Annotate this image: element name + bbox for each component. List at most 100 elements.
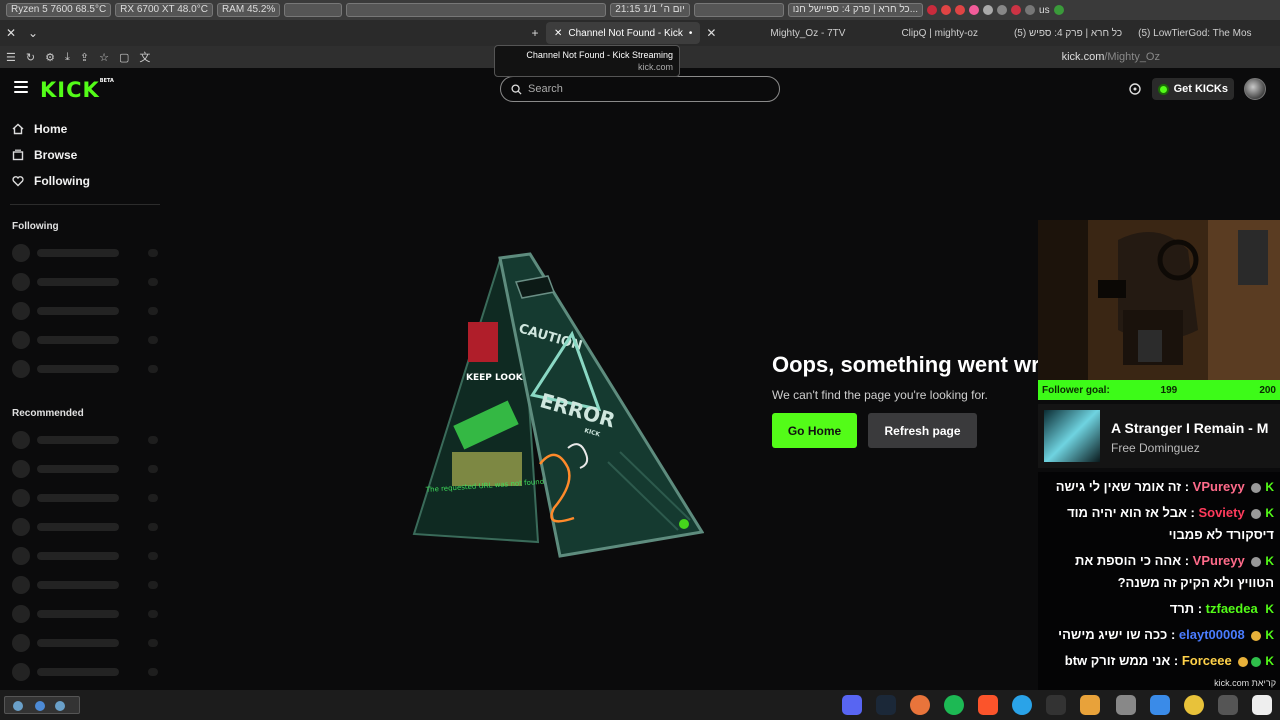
follower-goal-target: 200 xyxy=(1259,384,1276,396)
heart-icon xyxy=(12,176,24,187)
kicks-coin-icon xyxy=(1157,83,1169,95)
chat-username: VPureyy xyxy=(1192,553,1245,568)
window-list[interactable] xyxy=(346,3,607,17)
battery-icon[interactable] xyxy=(1053,5,1064,15)
tab[interactable]: ClipQ | mighty-oz xyxy=(893,22,986,44)
chat-message: K Forceee : אני ממש זורק btw xyxy=(1038,646,1280,672)
error-sign-illustration: KEEP LOOKIN' The requested URL was not f… xyxy=(412,252,704,558)
tooltip-subtitle: kick.com xyxy=(637,62,673,72)
recommended-heading: Recommended xyxy=(12,408,84,419)
skeleton-row xyxy=(0,455,170,484)
go-home-button[interactable]: Go Home xyxy=(772,413,857,448)
new-tab-icon[interactable]: + xyxy=(524,26,546,40)
clock[interactable]: 21:15 יום ה׳ 1/1 xyxy=(610,3,690,17)
logo-text: KICK xyxy=(40,78,100,102)
tab-title: Mighty_Oz - 7TV xyxy=(770,27,846,39)
tooltip-title: Channel Not Found - Kick Streaming xyxy=(526,50,673,60)
close-icon[interactable]: ✕ xyxy=(554,28,562,39)
search-input[interactable] xyxy=(528,83,768,95)
browser-icon[interactable] xyxy=(1012,695,1032,715)
tray-icon[interactable] xyxy=(1011,5,1022,15)
bookmark-icon[interactable]: ☆ xyxy=(99,51,109,64)
layers-icon[interactable] xyxy=(1080,695,1100,715)
tab-active[interactable]: ✕ Channel Not Found - Kick • xyxy=(546,22,701,44)
app-icon[interactable] xyxy=(1252,695,1272,715)
song-artist: Free Dominguez xyxy=(1111,441,1200,455)
search-bar[interactable] xyxy=(500,76,780,102)
sidebar-item-following[interactable]: Following xyxy=(0,168,170,194)
terminal-icon[interactable] xyxy=(1218,695,1238,715)
skeleton-row xyxy=(0,658,170,687)
store-icon[interactable] xyxy=(1150,695,1170,715)
follower-goal-bar: Follower goal: 199 200 xyxy=(1038,380,1280,400)
media-player[interactable]: כל חרא | פרק 4: ספיישל חנו... xyxy=(787,3,924,17)
inkscape-icon[interactable] xyxy=(1046,695,1066,715)
cpu-monitor[interactable]: Ryzen 5 7600 68.5°C xyxy=(6,3,112,17)
tray-icon[interactable] xyxy=(955,5,966,15)
tab[interactable]: Mighty_Oz - 7TV xyxy=(762,22,853,44)
follower-goal-current: 199 xyxy=(1160,384,1178,396)
keyboard-layout[interactable]: us xyxy=(1039,5,1050,16)
user-avatar[interactable] xyxy=(1244,78,1266,100)
close-window-icon[interactable]: ✕ xyxy=(0,26,22,40)
tab-title: ClipQ | mighty-oz xyxy=(901,27,978,39)
webcam-overlay xyxy=(1038,220,1280,380)
kick-badge-icon: K xyxy=(1265,480,1274,494)
tray-icon[interactable] xyxy=(997,5,1008,15)
panel-spacer xyxy=(284,3,343,17)
tab[interactable]: (5) LowTierGod: The Mos xyxy=(1130,22,1259,44)
reload-icon[interactable]: ↻ xyxy=(26,51,35,64)
header-actions: Get KICKs xyxy=(1128,78,1266,100)
skeleton-row xyxy=(0,629,170,658)
sub-badge-icon xyxy=(1251,556,1262,567)
tray-icon[interactable] xyxy=(1025,5,1036,15)
beta-badge: BETA xyxy=(99,78,114,84)
now-playing-widget: A Stranger I Remain - M Free Dominguez xyxy=(1038,404,1280,468)
sidebar-item-label: Browse xyxy=(34,148,78,162)
hamburger-menu-icon[interactable] xyxy=(14,81,28,93)
translate-icon[interactable]: 文 xyxy=(139,49,150,65)
steam-tray-icon[interactable] xyxy=(983,5,994,15)
kick-badge-icon: K xyxy=(1265,554,1274,568)
chat-username: Soviety xyxy=(1198,505,1245,520)
url-field[interactable]: kick.com/Mighty_Oz xyxy=(1062,51,1160,63)
url-host: kick.com xyxy=(1061,51,1105,63)
reader-icon[interactable]: ▢ xyxy=(119,51,129,64)
files-icon[interactable] xyxy=(1116,695,1136,715)
app-icon[interactable] xyxy=(1184,695,1204,715)
chat-message: K elayt00008 : ככה שו ישיג מישהי xyxy=(1038,620,1280,646)
chat-message: K VPureyy : אהה כי הוספת את הטוויץ ולא ה… xyxy=(1038,546,1280,594)
tab[interactable]: (5) כל חרא | פרק 4: ספיש xyxy=(1006,22,1130,44)
kick-logo[interactable]: KICKBETA xyxy=(40,78,114,102)
get-kicks-button[interactable]: Get KICKs xyxy=(1151,78,1234,100)
chat-text: ככה שו ישיג מישהי xyxy=(1058,627,1168,642)
sidebar-item-browse[interactable]: Browse xyxy=(0,142,170,168)
refresh-page-button[interactable]: Refresh page xyxy=(868,413,977,448)
tray-icon[interactable] xyxy=(941,5,952,15)
extension-icon[interactable]: ⚙ xyxy=(45,51,55,64)
get-kicks-label: Get KICKs xyxy=(1173,83,1228,95)
share-icon[interactable]: ⇪ xyxy=(80,51,89,64)
steam-icon[interactable] xyxy=(876,695,896,715)
download-icon[interactable]: ⤓ xyxy=(65,51,70,64)
tray-icon[interactable] xyxy=(969,5,980,15)
kick-badge-icon: K xyxy=(1265,506,1274,520)
firefox-icon[interactable] xyxy=(910,695,930,715)
tab-list-icon[interactable]: ⌄ xyxy=(22,26,44,40)
tray-icon[interactable] xyxy=(927,5,938,15)
ram-monitor[interactable]: RAM 45.2% xyxy=(216,3,281,17)
chat-username: VPureyy xyxy=(1192,479,1245,494)
verified-badge-icon xyxy=(1251,656,1262,667)
brave-icon[interactable] xyxy=(978,695,998,715)
sidebar-item-home[interactable]: Home xyxy=(0,116,170,142)
spotify-icon[interactable] xyxy=(944,695,964,715)
menu-icon[interactable]: ☰ xyxy=(6,51,16,64)
workspace-switcher[interactable] xyxy=(4,696,80,714)
chat-username: Forceee xyxy=(1181,653,1232,668)
notifications-icon[interactable] xyxy=(1128,82,1142,96)
close-icon[interactable]: ✕ xyxy=(700,26,722,40)
chat-username: elayt00008 xyxy=(1178,627,1245,642)
gpu-monitor[interactable]: RX 6700 XT 48.0°C xyxy=(115,3,213,17)
skeleton-row xyxy=(0,571,170,600)
discord-icon[interactable] xyxy=(842,695,862,715)
